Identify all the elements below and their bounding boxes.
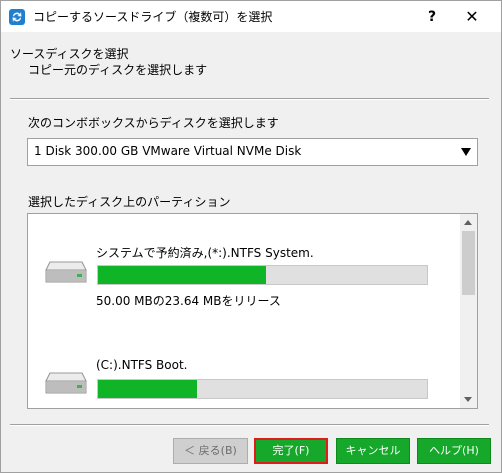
source-drive-dialog: コピーするソースドライブ（複数可）を選択 ? ✕ ソースディスクを選択 コピー元… xyxy=(0,0,502,473)
help-icon[interactable]: ? xyxy=(417,4,447,30)
partition-item[interactable]: (C:).NTFS Boot. xyxy=(28,332,460,408)
wizard-header: ソースディスクを選択 コピー元のディスクを選択します xyxy=(1,32,501,82)
partition-usage-fill xyxy=(98,380,197,398)
header-divider xyxy=(10,98,489,100)
finish-button[interactable]: 完了(F) xyxy=(254,438,328,464)
back-button[interactable]: ＜ 戻る(B) xyxy=(173,438,248,464)
partition-name: (C:).NTFS Boot. xyxy=(96,358,188,372)
title-bar: コピーするソースドライブ（複数可）を選択 ? ✕ xyxy=(1,1,501,32)
hard-drive-icon xyxy=(45,372,87,394)
partition-name: システムで予約済み,(*:).NTFS System. xyxy=(96,246,314,260)
partition-item[interactable]: システムで予約済み,(*:).NTFS System. 50.00 MBの23.… xyxy=(28,214,460,308)
disk-select-label: 次のコンボボックスからディスクを選択します xyxy=(28,116,279,130)
disk-select-combobox[interactable]: 1 Disk 300.00 GB VMware Virtual NVMe Dis… xyxy=(27,138,478,166)
scroll-up-icon[interactable] xyxy=(460,214,477,231)
vertical-scrollbar[interactable] xyxy=(460,214,477,408)
close-icon[interactable]: ✕ xyxy=(457,4,487,30)
help-button[interactable]: ヘルプ(H) xyxy=(417,438,491,464)
partitions-label: 選択したディスク上のパーティション xyxy=(28,195,231,209)
partition-info: 50.00 MBの23.64 MBをリリース xyxy=(96,294,281,308)
partition-usage-bar xyxy=(97,379,428,399)
dropdown-arrow-icon[interactable] xyxy=(461,148,471,156)
cancel-button[interactable]: キャンセル xyxy=(336,438,410,464)
footer-divider xyxy=(10,424,489,426)
partition-list[interactable]: システムで予約済み,(*:).NTFS System. 50.00 MBの23.… xyxy=(27,213,478,409)
window-title: コピーするソースドライブ（複数可）を選択 xyxy=(33,10,273,24)
disk-select-value: 1 Disk 300.00 GB VMware Virtual NVMe Dis… xyxy=(34,144,302,158)
partition-usage-fill xyxy=(98,266,266,284)
scroll-down-icon[interactable] xyxy=(460,391,477,408)
page-title: ソースディスクを選択 xyxy=(10,47,129,61)
sync-arrows-icon xyxy=(9,9,25,25)
scrollbar-thumb[interactable] xyxy=(462,231,475,295)
hard-drive-icon xyxy=(45,261,87,283)
partition-usage-bar xyxy=(97,265,428,285)
page-subtitle: コピー元のディスクを選択します xyxy=(28,63,208,77)
